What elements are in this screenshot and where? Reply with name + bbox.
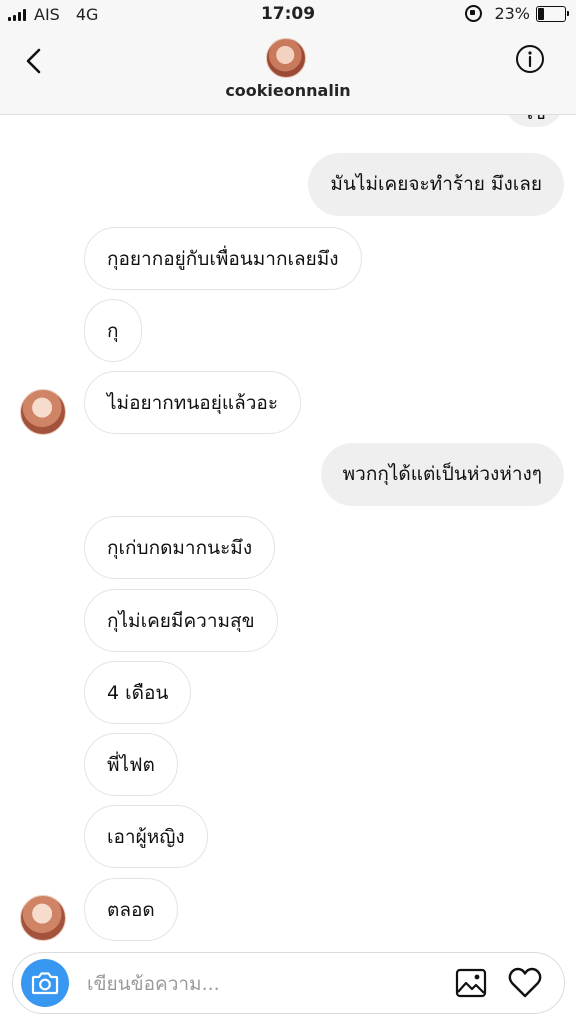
message-bubble-received[interactable]: กุไม่เคยมีความสุข: [84, 589, 278, 652]
heart-icon: [508, 967, 542, 998]
message-bubble-sent[interactable]: ไข: [504, 115, 564, 127]
header-username[interactable]: cookieonnalin: [0, 81, 576, 100]
message-bubble-received[interactable]: กุ: [84, 299, 142, 362]
status-right: 23%: [465, 4, 569, 23]
gallery-button[interactable]: [454, 966, 488, 1000]
status-bar: AIS 4G 17:09 23%: [0, 0, 576, 30]
info-icon: [516, 45, 544, 73]
camera-icon: [31, 972, 59, 995]
like-button[interactable]: [507, 965, 543, 1001]
battery-percent: 23%: [494, 4, 530, 23]
message-composer: [12, 952, 565, 1014]
message-bubble-received[interactable]: เอาผู้หญิง: [84, 805, 208, 868]
avatar[interactable]: [266, 38, 306, 78]
battery-fill: [538, 7, 544, 20]
message-bubble-received[interactable]: กุอยากอยู่กับเพื่อนมากเลยมึง: [84, 227, 362, 290]
message-bubble-received[interactable]: ไม่อยากทนอยุ่แล้วอะ: [84, 371, 302, 434]
message-bubble-sent[interactable]: มันไม่เคยจะทำร้าย มึงเลย: [308, 153, 564, 216]
rotation-lock-icon: [465, 5, 483, 22]
sender-avatar[interactable]: [20, 895, 66, 941]
message-bubble-received[interactable]: กุเก่บกดมากนะมึง: [84, 516, 276, 579]
message-bubble-sent[interactable]: พวกกุได้แต่เป็นห่วงห่างๆ: [320, 443, 564, 506]
chevron-left-icon: [26, 48, 41, 74]
image-icon: [455, 968, 487, 998]
camera-button[interactable]: [21, 959, 69, 1007]
message-list[interactable]: ไข มันไม่เคยจะทำร้าย มึงเลย กุอยากอยู่กั…: [0, 115, 576, 947]
sender-avatar[interactable]: [20, 389, 66, 435]
info-button[interactable]: [515, 44, 545, 74]
message-bubble-received[interactable]: ตลอด: [84, 878, 178, 941]
chat-header: cookieonnalin: [0, 30, 576, 115]
message-bubble-received[interactable]: พี่ไฟต: [84, 733, 178, 796]
message-bubble-received[interactable]: 4 เดือน: [84, 661, 192, 724]
message-input[interactable]: [85, 963, 439, 1005]
battery-icon: [536, 5, 569, 22]
back-button[interactable]: [20, 46, 50, 76]
